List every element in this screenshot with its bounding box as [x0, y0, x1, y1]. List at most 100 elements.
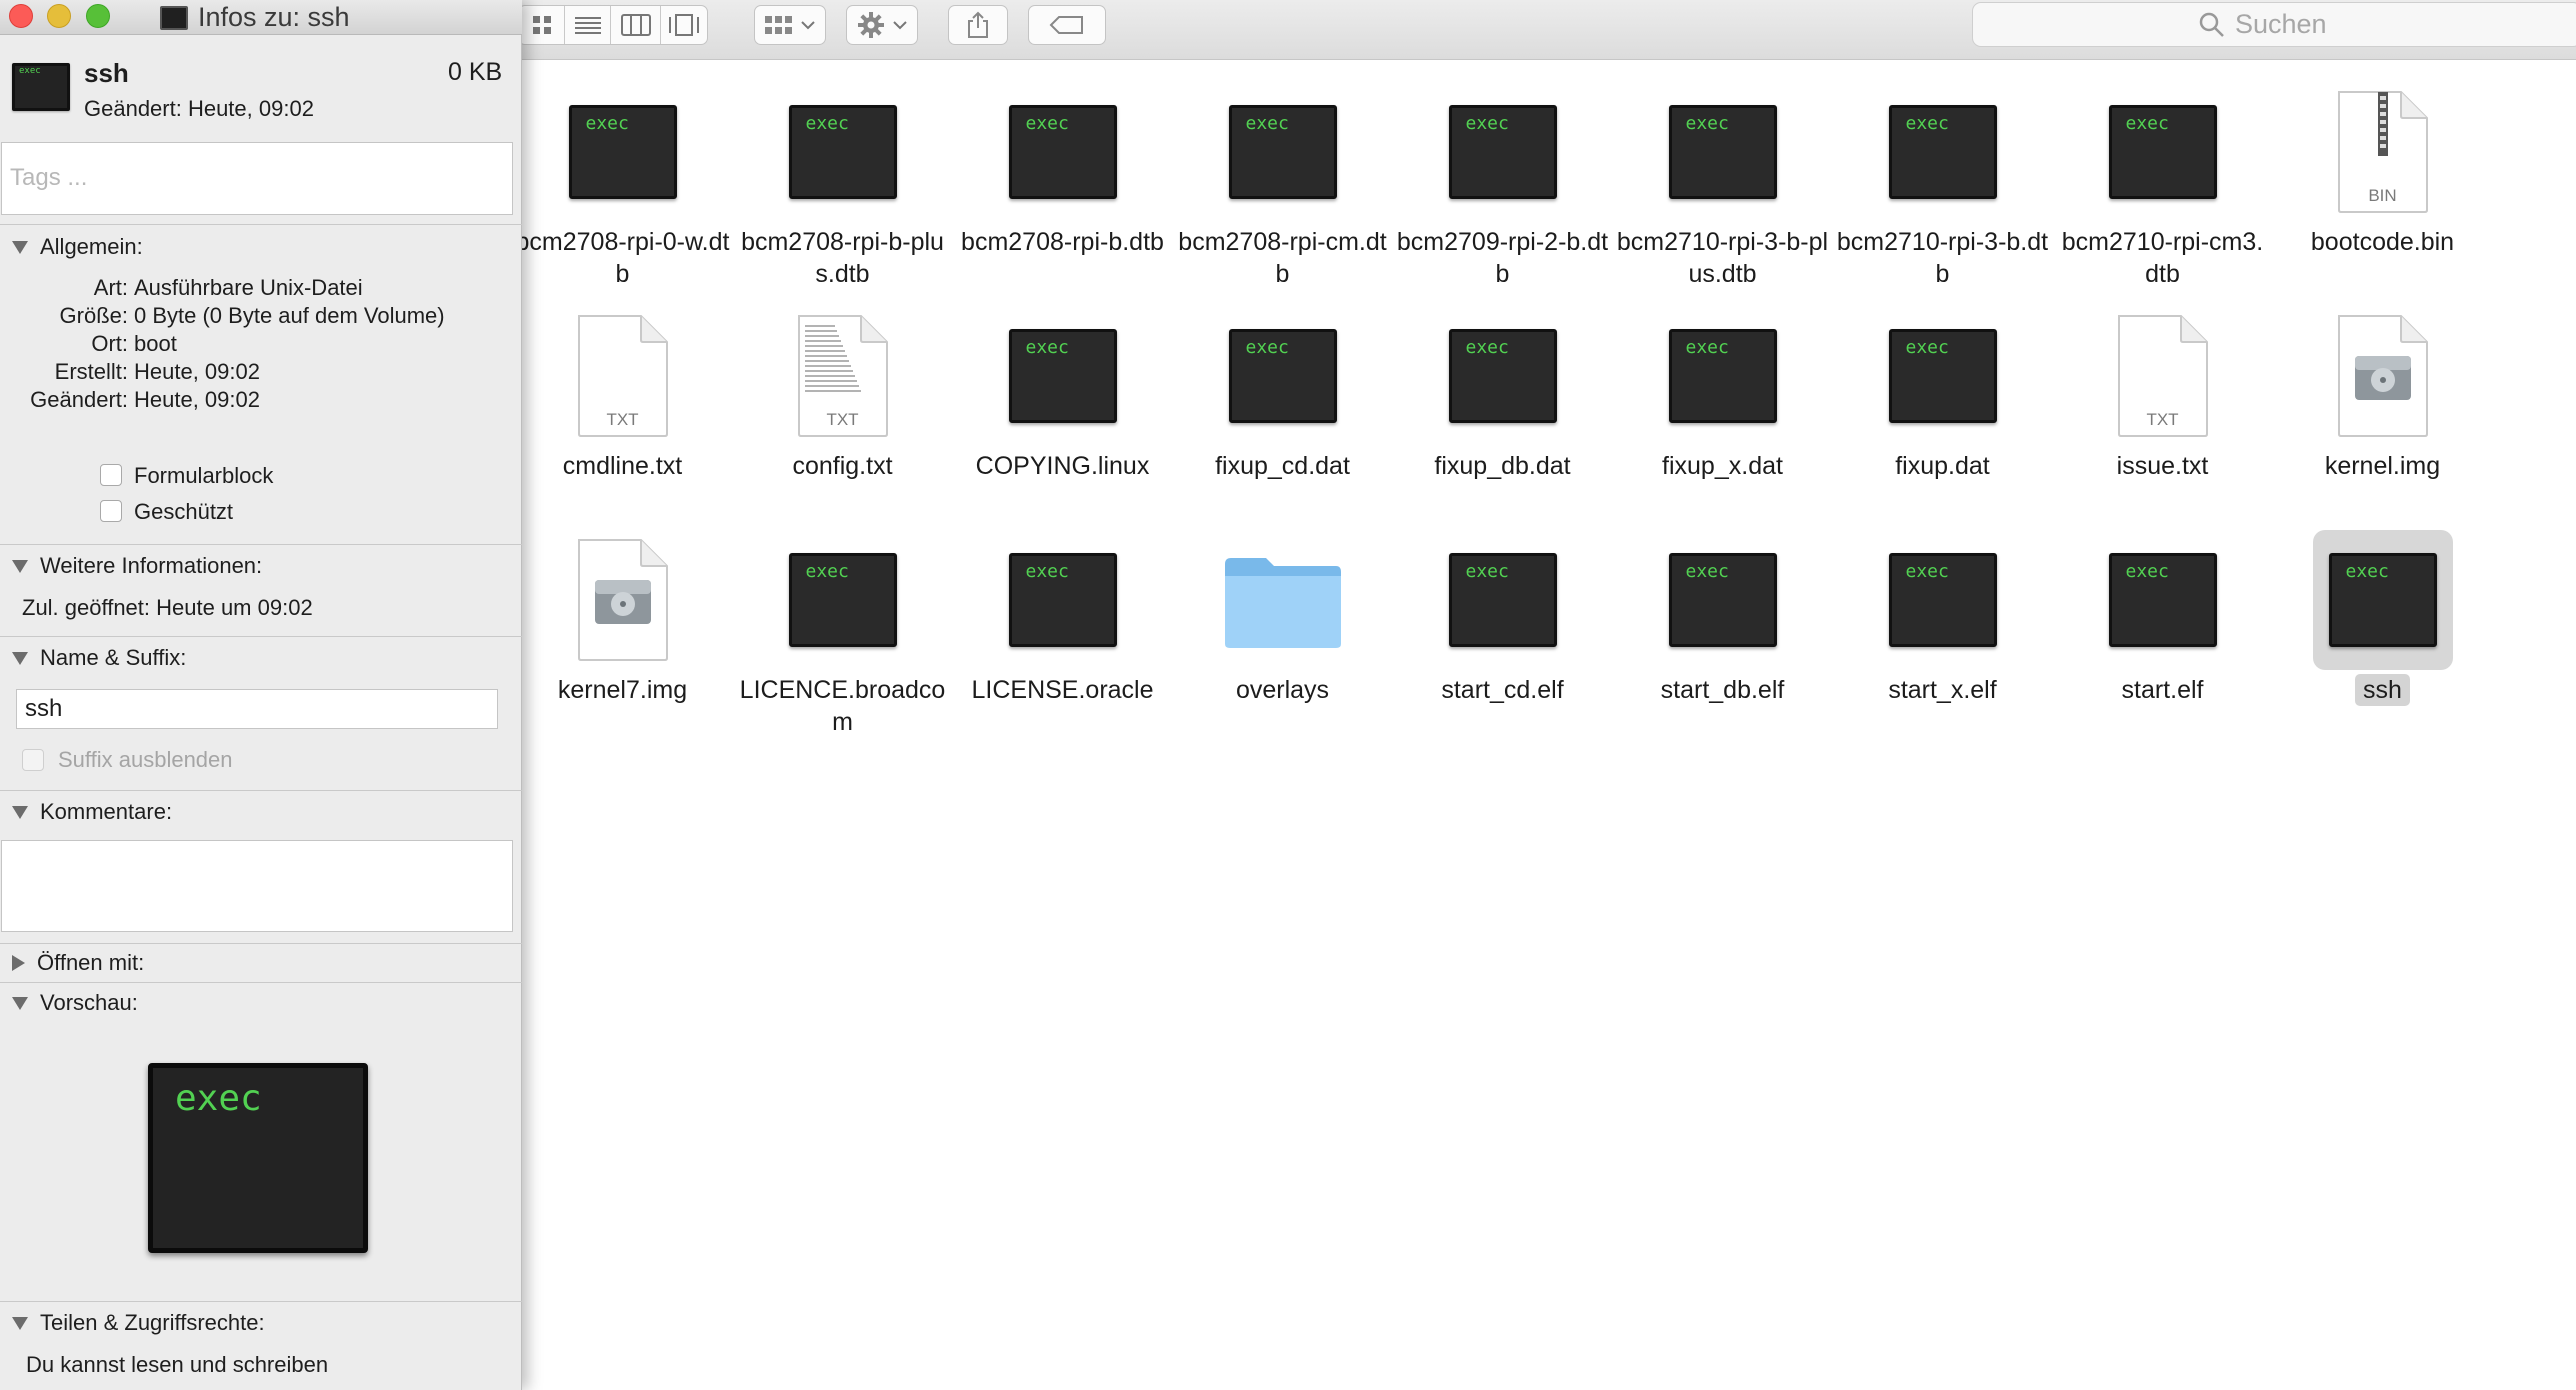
- arrange-grid-icon: [765, 16, 792, 34]
- file-name-label: start.elf: [2121, 676, 2204, 704]
- file-item[interactable]: exec bcm2709-rpi-2-b.dtb: [1395, 82, 1610, 290]
- file-name-label: bcm2709-rpi-2-b.dtb: [1396, 228, 1609, 288]
- file-item[interactable]: exec bcm2708-rpi-b-plus.dtb: [735, 82, 950, 290]
- section-sharing[interactable]: Teilen & Zugriffsrechte:: [12, 1310, 265, 1336]
- search-icon: [2199, 12, 2224, 37]
- file-item[interactable]: exec fixup_cd.dat: [1175, 306, 1390, 482]
- file-item[interactable]: exec start_cd.elf: [1395, 530, 1610, 706]
- chevron-down-icon: [893, 21, 907, 30]
- disclosure-triangle-collapsed-icon: [12, 955, 25, 971]
- minimize-button[interactable]: [47, 4, 71, 28]
- file-item[interactable]: BIN bootcode.bin: [2275, 82, 2490, 258]
- file-item[interactable]: exec fixup.dat: [1835, 306, 2050, 482]
- divider: [0, 636, 522, 637]
- file-item[interactable]: exec start_db.elf: [1615, 530, 1830, 706]
- file-name-label: overlays: [1235, 676, 1330, 704]
- exec-file-icon: exec: [1668, 329, 1777, 423]
- section-open-with[interactable]: Öffnen mit:: [12, 950, 144, 976]
- file-item[interactable]: kernel.img: [2275, 306, 2490, 482]
- comments-input[interactable]: [2, 841, 512, 931]
- file-icon-container: exec: [773, 82, 913, 222]
- file-item[interactable]: exec bcm2708-rpi-0-w.dtb: [515, 82, 730, 290]
- section-comments[interactable]: Kommentare:: [12, 799, 172, 825]
- locked-checkbox[interactable]: [100, 500, 122, 522]
- section-general[interactable]: Allgemein:: [12, 234, 143, 260]
- file-type-badge: TXT: [2146, 410, 2179, 429]
- action-button[interactable]: [846, 5, 918, 45]
- hide-extension-checkbox[interactable]: [22, 749, 44, 771]
- file-icon-container: exec: [1653, 306, 1793, 446]
- file-item[interactable]: overlays: [1175, 530, 1390, 706]
- file-item[interactable]: exec start_x.elf: [1835, 530, 2050, 706]
- section-more-info-label: Weitere Informationen:: [40, 553, 263, 578]
- search-input[interactable]: [2235, 9, 2355, 40]
- divider: [0, 790, 522, 791]
- file-item[interactable]: exec bcm2710-rpi-3-b.dtb: [1835, 82, 2050, 290]
- section-name-extension[interactable]: Name & Suffix:: [12, 645, 186, 671]
- file-item[interactable]: TXT config.txt: [735, 306, 950, 482]
- file-name-label: bcm2708-rpi-cm.dtb: [1178, 228, 1387, 288]
- grid-icon: [532, 16, 551, 34]
- name-field[interactable]: [16, 689, 498, 729]
- file-item[interactable]: TXT cmdline.txt: [515, 306, 730, 482]
- file-item[interactable]: exec COPYING.linux: [955, 306, 1170, 482]
- created-label: Erstellt:: [54, 359, 128, 384]
- share-button[interactable]: [948, 5, 1008, 45]
- list-view-button[interactable]: [565, 6, 611, 44]
- file-name-label: start_cd.elf: [1441, 676, 1564, 704]
- file-icon-container: exec: [773, 530, 913, 670]
- share-icon: [968, 11, 988, 38]
- file-item[interactable]: exec bcm2708-rpi-cm.dtb: [1175, 82, 1390, 290]
- arrange-button[interactable]: [754, 5, 826, 45]
- file-item[interactable]: exec start.elf: [2055, 530, 2270, 706]
- exec-file-icon: exec: [1008, 105, 1117, 199]
- file-icon-container: [553, 530, 693, 670]
- file-name-label: issue.txt: [2116, 452, 2209, 480]
- section-more-info[interactable]: Weitere Informationen:: [12, 553, 262, 579]
- file-item[interactable]: kernel7.img: [515, 530, 730, 706]
- column-view-button[interactable]: [611, 6, 661, 44]
- close-button[interactable]: [9, 4, 33, 28]
- file-item[interactable]: exec LICENCE.broadcom: [735, 530, 950, 738]
- section-preview[interactable]: Vorschau:: [12, 990, 138, 1016]
- file-name-label: bcm2708-rpi-b.dtb: [961, 228, 1164, 256]
- disclosure-triangle-icon: [12, 651, 28, 665]
- tags-field[interactable]: [1, 142, 513, 215]
- disclosure-triangle-icon: [12, 996, 28, 1010]
- section-general-label: Allgemein:: [40, 234, 143, 259]
- file-item[interactable]: exec bcm2710-rpi-3-b-plus.dtb: [1615, 82, 1830, 290]
- stationery-checkbox[interactable]: [100, 464, 122, 486]
- file-type-badge: BIN: [2368, 186, 2397, 205]
- preview-exec-badge: exec: [175, 1078, 262, 1119]
- tags-input[interactable]: [2, 143, 512, 214]
- exec-badge: exec: [19, 66, 41, 76]
- zoom-button[interactable]: [86, 4, 110, 28]
- file-item[interactable]: exec fixup_db.dat: [1395, 306, 1610, 482]
- file-item[interactable]: exec bcm2708-rpi-b.dtb: [955, 82, 1170, 258]
- icon-view-button[interactable]: [519, 6, 565, 44]
- tag-button[interactable]: [1028, 5, 1106, 45]
- chevron-down-icon: [801, 21, 815, 30]
- search-field[interactable]: [1972, 2, 2576, 47]
- file-item[interactable]: exec ssh: [2275, 530, 2490, 706]
- comments-field[interactable]: [1, 840, 513, 932]
- section-comments-label: Kommentare:: [40, 799, 173, 824]
- info-file-size: 0 KB: [448, 58, 503, 86]
- columns-icon: [620, 14, 651, 36]
- file-item[interactable]: exec fixup_x.dat: [1615, 306, 1830, 482]
- exec-file-icon: exec: [2328, 553, 2437, 647]
- file-item[interactable]: exec LICENSE.oracle: [955, 530, 1170, 706]
- kind-label: Art:: [93, 275, 128, 300]
- file-icon-container: [1213, 530, 1353, 670]
- exec-file-icon: exec: [1008, 553, 1117, 647]
- hide-extension-label: Suffix ausblenden: [58, 747, 233, 772]
- file-item[interactable]: TXT issue.txt: [2055, 306, 2270, 482]
- window-title-text: Infos zu: ssh: [198, 2, 350, 32]
- exec-file-icon: exec: [1888, 105, 1997, 199]
- gallery-view-button[interactable]: [661, 6, 707, 44]
- size-value: 0 Byte (0 Byte auf dem Volume): [134, 303, 445, 328]
- file-icon-container: exec: [2093, 82, 2233, 222]
- file-item[interactable]: exec bcm2710-rpi-cm3.dtb: [2055, 82, 2270, 290]
- name-input[interactable]: [17, 690, 497, 728]
- gallery-icon: [669, 14, 699, 36]
